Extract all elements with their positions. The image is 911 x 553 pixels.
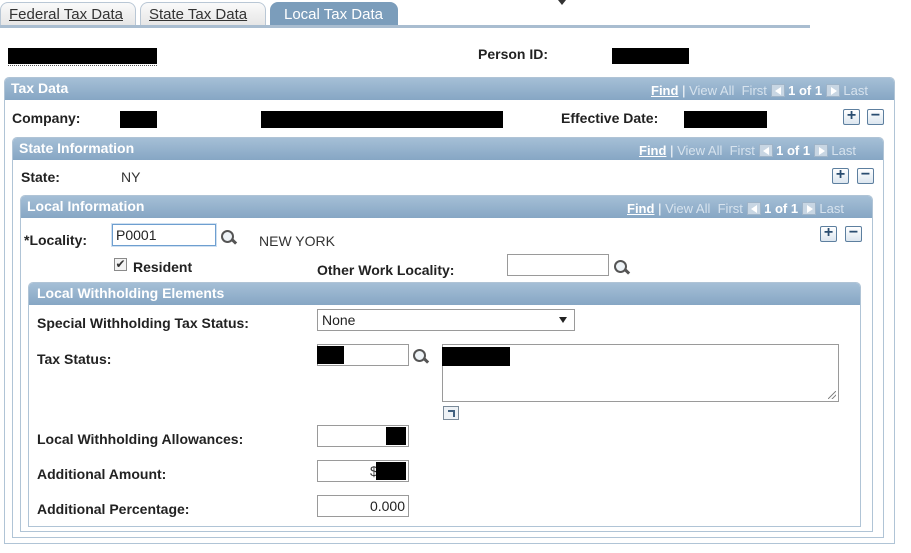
local-last: Last — [819, 201, 844, 216]
tax-status-label: Tax Status: — [37, 351, 112, 367]
state-first: First — [729, 143, 755, 158]
local-withholding-title: Local Withholding Elements — [37, 285, 225, 301]
tax-data-count: 1 of 1 — [788, 83, 823, 98]
other-work-locality-label: Other Work Locality: — [317, 262, 455, 278]
employee-name-redacted — [8, 48, 157, 64]
person-id-label: Person ID: — [478, 46, 549, 62]
other-work-locality-input[interactable] — [507, 254, 609, 276]
special-withholding-status-select[interactable]: None — [317, 309, 575, 331]
special-withholding-status-label: Special Withholding Tax Status: — [37, 315, 249, 331]
tab-bar-divider — [0, 25, 810, 28]
tax-status-redacted — [317, 346, 344, 364]
state-view-all: View All — [677, 143, 723, 158]
local-information-title: Local Information — [27, 198, 145, 214]
locality-description: NEW YORK — [259, 233, 335, 249]
local-delete-row-button[interactable]: − — [845, 225, 862, 242]
resize-grip-icon — [828, 391, 836, 399]
tax-status-description-redacted — [442, 347, 510, 366]
state-label: State: — [21, 169, 60, 185]
tab-federal-tax-data[interactable]: Federal Tax Data — [0, 2, 136, 27]
state-information-title: State Information — [19, 140, 135, 156]
company-code-redacted — [120, 111, 157, 128]
tab-state-tax-data[interactable]: State Tax Data — [140, 2, 266, 27]
next-arrow-icon — [801, 202, 816, 215]
previous-arrow-icon — [770, 84, 785, 97]
additional-amount-redacted — [376, 462, 406, 480]
state-add-row-button[interactable]: + — [832, 167, 849, 184]
employee-name-underline — [8, 65, 157, 66]
previous-arrow-icon — [758, 144, 773, 157]
mouse-cursor-icon — [558, 0, 566, 5]
state-value: NY — [121, 169, 141, 185]
additional-percentage-input[interactable] — [317, 495, 409, 517]
state-info-nav: Find | View All First 1 of 1 Last — [639, 143, 856, 158]
chevron-down-icon — [559, 317, 567, 323]
tab-local-tax-data[interactable]: Local Tax Data — [270, 2, 398, 27]
company-label: Company: — [12, 110, 81, 126]
allowances-redacted — [386, 427, 406, 445]
person-id-redacted — [612, 48, 689, 64]
tax-data-title: Tax Data — [11, 80, 69, 96]
next-arrow-icon — [825, 84, 840, 97]
local-withholding-header: Local Withholding Elements — [29, 283, 860, 305]
locality-input[interactable] — [112, 224, 216, 246]
effective-date-label: Effective Date: — [561, 110, 659, 126]
additional-amount-label: Additional Amount: — [37, 466, 167, 482]
local-first: First — [717, 201, 743, 216]
add-row-button[interactable]: + — [843, 108, 860, 125]
special-withholding-status-value: None — [322, 312, 356, 328]
state-last: Last — [831, 143, 856, 158]
state-find-link[interactable]: Find — [639, 143, 666, 158]
tax-data-nav: Find | View All First 1 of 1 Last — [651, 83, 868, 98]
resident-label: Resident — [133, 259, 193, 275]
effective-date-redacted — [684, 111, 767, 128]
tax-data-view-all: View All — [689, 83, 735, 98]
other-work-locality-lookup-icon[interactable] — [612, 259, 630, 277]
expand-textarea-icon[interactable] — [443, 406, 459, 420]
next-arrow-icon — [813, 144, 828, 157]
state-count: 1 of 1 — [776, 143, 811, 158]
tax-data-last: Last — [843, 83, 868, 98]
local-find-link[interactable]: Find — [627, 201, 654, 216]
tax-data-first: First — [741, 83, 767, 98]
state-delete-row-button[interactable]: − — [857, 167, 874, 184]
previous-arrow-icon — [746, 202, 761, 215]
delete-row-button[interactable]: − — [867, 108, 884, 125]
resident-checkbox[interactable]: ✔ — [114, 258, 127, 271]
local-info-nav: Find | View All First 1 of 1 Last — [627, 201, 844, 216]
locality-lookup-icon[interactable] — [219, 229, 237, 247]
additional-percentage-label: Additional Percentage: — [37, 501, 190, 517]
local-add-row-button[interactable]: + — [820, 225, 837, 242]
tax-status-lookup-icon[interactable] — [411, 348, 429, 366]
locality-label: *Locality: — [24, 232, 88, 248]
company-name-redacted — [261, 111, 503, 128]
local-view-all: View All — [665, 201, 711, 216]
tax-data-find-link[interactable]: Find — [651, 83, 678, 98]
local-count: 1 of 1 — [764, 201, 799, 216]
local-withholding-allowances-label: Local Withholding Allowances: — [37, 431, 244, 447]
